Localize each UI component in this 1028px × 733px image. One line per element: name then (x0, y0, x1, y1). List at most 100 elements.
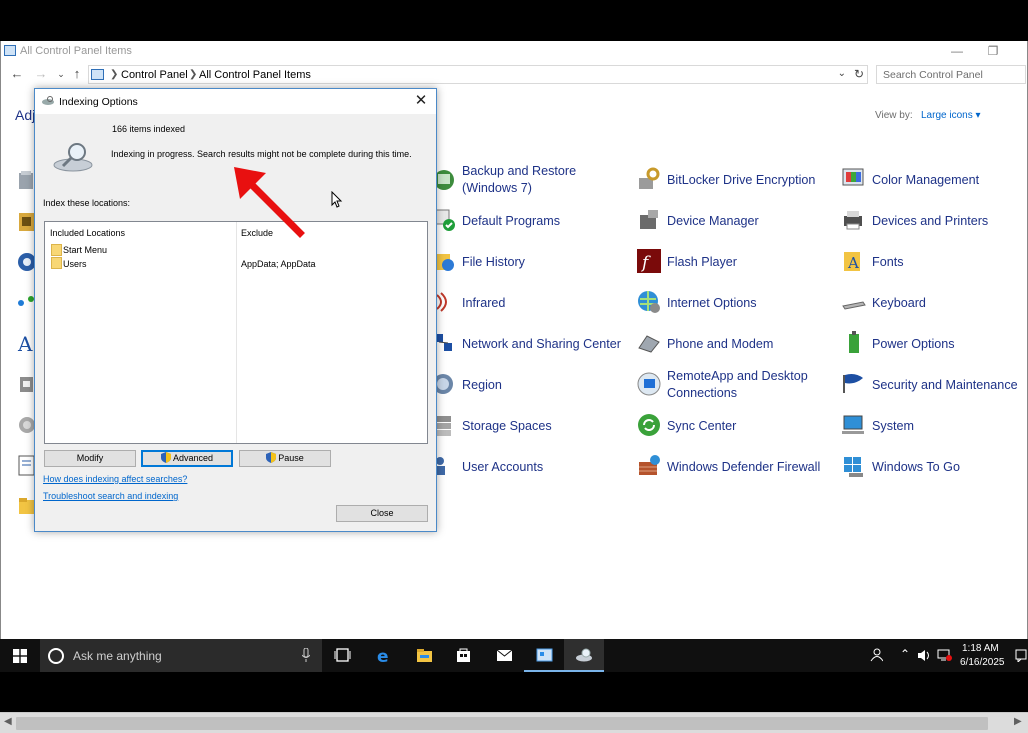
desktop-screen: All Control Panel Items — ❐ ← → ⌄ ↑ ❯ Co… (0, 0, 1028, 733)
network-disconnected-icon[interactable] (937, 649, 952, 662)
taskbar-indexing-options[interactable] (564, 639, 604, 672)
cp-item-fonts[interactable]: A Fonts (841, 244, 1028, 280)
close-button[interactable]: Close (336, 505, 428, 522)
indexing-options-dialog: Indexing Options ✕ 166 items indexed Ind… (34, 88, 437, 532)
taskbar-mail[interactable] (484, 639, 524, 672)
cp-item-bitlocker[interactable]: BitLocker Drive Encryption (636, 162, 831, 198)
volume-icon[interactable] (917, 649, 931, 662)
taskbar-file-explorer[interactable] (404, 639, 444, 672)
view-by-label: View by: (875, 110, 913, 121)
window-title: All Control Panel Items (20, 45, 132, 57)
scroll-right-arrow-icon[interactable]: ▶ (1014, 716, 1022, 727)
cp-item-region[interactable]: Region (431, 367, 626, 403)
cortana-search-box[interactable]: Ask me anything (40, 639, 322, 672)
recent-locations-chevron-icon[interactable]: ⌄ (53, 66, 69, 82)
cp-item-user-accounts[interactable]: User Accounts (431, 449, 626, 485)
notifications-icon[interactable] (1015, 649, 1027, 662)
cp-item-power-options[interactable]: Power Options (841, 326, 1028, 362)
taskbar-edge[interactable]: e (364, 639, 404, 672)
breadcrumb-control-panel[interactable]: Control Panel (121, 69, 188, 81)
search-input[interactable]: Search Control Panel (876, 65, 1026, 84)
start-button[interactable] (0, 639, 40, 672)
location-name[interactable]: Start Menu (63, 245, 107, 255)
breadcrumb-separator-icon[interactable]: ❯ (189, 69, 197, 80)
view-by-dropdown[interactable]: Large icons ▾ (921, 110, 981, 121)
address-box[interactable]: ❯ Control Panel ❯ All Control Panel Item… (88, 65, 868, 84)
cp-item-label: Color Management (872, 172, 980, 187)
cp-item-backup-restore[interactable]: Backup and Restore (Windows 7) (431, 162, 626, 198)
location-name[interactable]: Users (63, 259, 87, 269)
microphone-icon[interactable] (302, 648, 310, 662)
close-icon[interactable]: ✕ (412, 92, 430, 110)
mail-envelope-icon (496, 649, 513, 661)
cp-item-storage-spaces[interactable]: Storage Spaces (431, 408, 626, 444)
task-view-button[interactable] (322, 639, 362, 672)
cp-item-keyboard[interactable]: Keyboard (841, 285, 1028, 321)
breadcrumb-separator-icon[interactable]: ❯ (110, 69, 118, 80)
cp-item-label: BitLocker Drive Encryption (667, 172, 816, 187)
cp-item-windows-to-go[interactable]: Windows To Go (841, 449, 1028, 485)
cp-item-file-history[interactable]: File History (431, 244, 626, 280)
back-arrow-icon[interactable]: ← (9, 66, 25, 82)
power-options-icon (849, 331, 859, 353)
cp-item-label: Devices and Printers (872, 213, 989, 228)
scroll-left-arrow-icon[interactable]: ◀ (4, 716, 12, 727)
cp-item-color-management[interactable]: Color Management (841, 162, 1028, 198)
breadcrumb-all-items[interactable]: All Control Panel Items (199, 69, 311, 81)
advanced-button[interactable]: Advanced (141, 450, 233, 467)
system-icon (842, 415, 864, 434)
close-button-label: Close (370, 508, 394, 518)
cp-item-label: System (872, 418, 914, 433)
chevron-down-icon[interactable]: ⌄ (838, 68, 846, 79)
cp-item-phone-modem[interactable]: Phone and Modem (636, 326, 831, 362)
mouse-cursor-icon (331, 191, 343, 208)
cp-item-device-manager[interactable]: Device Manager (636, 203, 831, 239)
uac-shield-icon (160, 452, 171, 463)
phone-modem-icon (638, 335, 660, 353)
folder-icon (51, 257, 62, 269)
show-hidden-icons-chevron-icon[interactable]: ⌃ (900, 647, 910, 661)
troubleshoot-link[interactable]: Troubleshoot search and indexing (43, 491, 178, 501)
index-locations-label: Index these locations: (43, 198, 131, 208)
minimize-button[interactable]: — (942, 42, 972, 60)
modify-button[interactable]: Modify (44, 450, 136, 467)
cp-item-label: Default Programs (462, 213, 560, 228)
people-icon[interactable] (869, 648, 883, 662)
refresh-icon[interactable]: ↻ (854, 67, 864, 81)
pause-button[interactable]: Pause (239, 450, 331, 467)
cp-item-flash-player[interactable]: f Flash Player (636, 244, 831, 280)
cp-item-label: Region (462, 377, 502, 392)
clock-date[interactable]: 6/16/2025 (960, 657, 1005, 668)
horizontal-scrollbar[interactable]: ◀ ▶ (0, 712, 1028, 733)
uac-shield-icon (266, 452, 277, 463)
cp-item-windows-firewall[interactable]: Windows Defender Firewall (636, 449, 831, 485)
cp-item-system[interactable]: System (841, 408, 1028, 444)
clock-time[interactable]: 1:18 AM (962, 643, 999, 654)
restore-button[interactable]: ❐ (978, 42, 1008, 60)
cp-item-devices-printers[interactable]: Devices and Printers (841, 203, 1028, 239)
taskbar-store[interactable] (443, 639, 483, 672)
taskbar: Ask me anything e ⌃ 1:18 AM 6/16/2025 (0, 639, 1028, 672)
scrollbar-thumb[interactable] (16, 717, 988, 730)
device-manager-icon (640, 210, 658, 229)
how-indexing-affects-link[interactable]: How does indexing affect searches? (43, 474, 187, 484)
pause-button-label: Pause (278, 453, 304, 463)
control-panel-app-icon (4, 45, 16, 56)
cp-item-sync-center[interactable]: Sync Center (636, 408, 831, 444)
cp-item-security-maintenance[interactable]: Security and Maintenance (841, 367, 1028, 403)
up-arrow-icon[interactable]: ↑ (69, 66, 85, 82)
cp-item-network-sharing[interactable]: Network and Sharing Center (431, 326, 626, 362)
color-management-icon (842, 168, 864, 186)
cp-item-internet-options[interactable]: Internet Options (636, 285, 831, 321)
location-exclude: AppData; AppData (241, 259, 316, 269)
remoteapp-icon (637, 372, 661, 396)
forward-arrow-icon[interactable]: → (33, 66, 49, 82)
svg-text:A: A (17, 332, 33, 355)
cp-item-infrared[interactable]: Infrared (431, 285, 626, 321)
cp-item-label: Keyboard (872, 295, 926, 310)
taskbar-control-panel[interactable] (524, 639, 564, 672)
cp-item-label: Windows To Go (872, 459, 960, 474)
cp-item-remoteapp[interactable]: RemoteApp and Desktop Connections (636, 367, 831, 403)
included-locations-list[interactable]: Included Locations Exclude Start Menu Us… (44, 221, 428, 444)
cp-item-default-programs[interactable]: Default Programs (431, 203, 626, 239)
